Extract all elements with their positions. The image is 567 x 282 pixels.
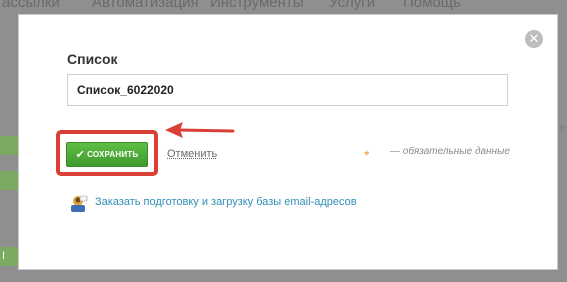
bg-nav-item: ассылки — [2, 0, 60, 11]
required-note: — обязательные данные — [390, 146, 510, 157]
bg-right-letter: е — [559, 122, 566, 134]
bg-nav-item: Услуги — [329, 0, 376, 11]
list-field-title: Список — [67, 51, 118, 67]
annotation-arrow-icon — [165, 122, 235, 138]
order-database-icon[interactable] — [68, 194, 90, 214]
save-button[interactable]: ✔ СОХРАНИТЬ — [66, 142, 148, 167]
close-icon[interactable]: ✕ — [525, 30, 543, 48]
bg-nav-item: Инструменты — [210, 0, 304, 11]
background-nav: ассылки Автоматизация Инструменты Услуги… — [0, 0, 567, 12]
bg-left-letter: I — [2, 250, 6, 262]
order-email-database-link[interactable]: Заказать подготовку и загрузку базы emai… — [95, 196, 357, 208]
list-name-input[interactable] — [67, 74, 508, 106]
bg-nav-item: Помощь — [403, 0, 461, 11]
save-button-label: СОХРАНИТЬ — [87, 150, 139, 159]
required-star-icon: * — [364, 147, 370, 163]
checkmark-icon: ✔ — [75, 149, 86, 161]
cancel-link[interactable]: Отменить — [167, 148, 217, 160]
bg-nav-item: Автоматизация — [92, 0, 199, 11]
